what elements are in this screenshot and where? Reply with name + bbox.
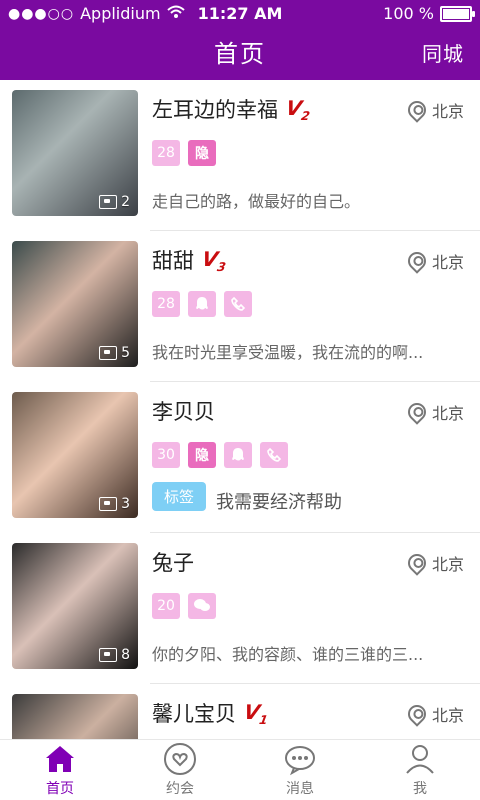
- location-text: 北京: [431, 253, 464, 272]
- page-title: 首页: [214, 40, 266, 68]
- tag-label: 标签: [152, 482, 207, 511]
- photo-count-value: 5: [121, 345, 130, 361]
- battery-icon: [440, 5, 475, 22]
- age-badge: 28: [152, 291, 180, 317]
- badge-row: 28: [152, 291, 252, 317]
- location-text: 北京: [431, 404, 464, 423]
- location: 北京: [404, 97, 464, 123]
- user-name-text: 兔子: [152, 551, 194, 575]
- vip-level: 1: [258, 712, 269, 727]
- location-text: 北京: [431, 555, 464, 574]
- photo-count: 3: [99, 496, 130, 512]
- age-badge: 28: [152, 140, 180, 166]
- user-desc: 我在时光里享受温暖，我在流的的啊...: [152, 343, 424, 362]
- badge-row: 28 隐: [152, 140, 216, 166]
- message-icon: [283, 742, 317, 776]
- tab-messages-label: 消息: [286, 781, 314, 797]
- user-name: 李贝贝: [152, 396, 215, 426]
- user-name: 馨儿宝贝 V1: [152, 698, 269, 728]
- location: 北京: [404, 701, 464, 727]
- avatar[interactable]: [12, 694, 138, 740]
- user-name: 左耳边的幸福 V2: [152, 94, 311, 124]
- list-item[interactable]: 8 兔子 北京 20 你的夕阳、我的容颜、谁的三谁的三...: [0, 533, 480, 684]
- location-pin-icon: [404, 399, 430, 425]
- list-item[interactable]: 2 左耳边的幸福 V2 北京 28 隐 走自己的路，做最好的自己。: [0, 80, 480, 231]
- home-icon: [43, 742, 77, 776]
- user-name: 兔子: [152, 547, 194, 577]
- vip-badge: V1: [242, 699, 269, 727]
- avatar[interactable]: 8: [12, 543, 138, 669]
- avatar[interactable]: 3: [12, 392, 138, 518]
- location: 北京: [404, 399, 464, 425]
- photo-count-value: 3: [121, 496, 130, 512]
- user-name: 甜甜 V3: [152, 245, 227, 275]
- photo-count-value: 8: [121, 647, 130, 663]
- vip-badge: V2: [284, 95, 311, 123]
- user-name-text: 李贝贝: [152, 400, 215, 424]
- badge-row: 20: [152, 593, 216, 619]
- list-item[interactable]: 3 李贝贝 北京 30 隐 标签 我需要经济帮助: [0, 382, 480, 533]
- tab-dates-label: 约会: [166, 781, 194, 797]
- user-desc: 你的夕阳、我的容颜、谁的三谁的三...: [152, 645, 424, 664]
- wechat-icon: [188, 593, 216, 619]
- location-text: 北京: [431, 102, 464, 121]
- same-city-link[interactable]: 同城: [422, 38, 464, 67]
- age-badge: 20: [152, 593, 180, 619]
- avatar[interactable]: 5: [12, 241, 138, 367]
- heart-icon: [163, 742, 197, 776]
- hidden-badge: 隐: [188, 140, 216, 166]
- location-pin-icon: [404, 97, 430, 123]
- list-item[interactable]: 馨儿宝贝 V1 北京: [0, 684, 480, 740]
- status-right: 100 %: [383, 4, 475, 23]
- photo-icon: [99, 497, 118, 511]
- location-pin-icon: [404, 550, 430, 576]
- hidden-badge: 隐: [188, 442, 216, 468]
- location-pin-icon: [404, 701, 430, 727]
- badge-row: 30 隐: [152, 442, 288, 468]
- tab-home-label: 首页: [46, 781, 74, 797]
- tab-me-label: 我: [413, 781, 427, 797]
- phone-icon: [260, 442, 288, 468]
- user-desc: 我需要经济帮助: [216, 492, 342, 513]
- location: 北京: [404, 248, 464, 274]
- app-header: ●●●○○ Applidium 11:27 AM 100 % 首页 同城: [0, 0, 480, 80]
- location: 北京: [404, 550, 464, 576]
- vip-level: 3: [216, 259, 227, 274]
- status-bar: ●●●○○ Applidium 11:27 AM 100 %: [0, 0, 480, 28]
- user-name-text: 左耳边的幸福: [152, 98, 278, 122]
- avatar-photo-icon: [12, 694, 138, 740]
- avatar[interactable]: 2: [12, 90, 138, 216]
- tab-me[interactable]: 我: [360, 742, 480, 798]
- photo-icon: [99, 648, 118, 662]
- photo-count-value: 2: [121, 194, 130, 210]
- bottom-tab-bar: 首页 约会 消息 我: [0, 739, 480, 800]
- photo-count: 8: [99, 647, 130, 663]
- qq-icon: [188, 291, 216, 317]
- tab-home[interactable]: 首页: [0, 742, 120, 798]
- photo-count: 2: [99, 194, 130, 210]
- photo-count: 5: [99, 345, 130, 361]
- battery-label: 100 %: [383, 4, 434, 23]
- photo-icon: [99, 346, 118, 360]
- user-name-text: 馨儿宝贝: [152, 702, 236, 726]
- tab-messages[interactable]: 消息: [240, 742, 360, 798]
- vip-badge: V3: [200, 246, 227, 274]
- phone-icon: [224, 291, 252, 317]
- user-icon: [403, 742, 437, 776]
- tab-dates[interactable]: 约会: [120, 742, 240, 798]
- location-pin-icon: [404, 248, 430, 274]
- age-badge: 30: [152, 442, 180, 468]
- user-list[interactable]: 2 左耳边的幸福 V2 北京 28 隐 走自己的路，做最好的自己。 5 甜甜 V…: [0, 80, 480, 740]
- vip-level: 2: [300, 108, 311, 123]
- qq-icon: [224, 442, 252, 468]
- location-text: 北京: [431, 706, 464, 725]
- user-desc: 走自己的路，做最好的自己。: [152, 192, 361, 211]
- photo-icon: [99, 195, 118, 209]
- list-item[interactable]: 5 甜甜 V3 北京 28 我在时光里享受温暖，我在流的的啊...: [0, 231, 480, 382]
- user-name-text: 甜甜: [152, 249, 194, 273]
